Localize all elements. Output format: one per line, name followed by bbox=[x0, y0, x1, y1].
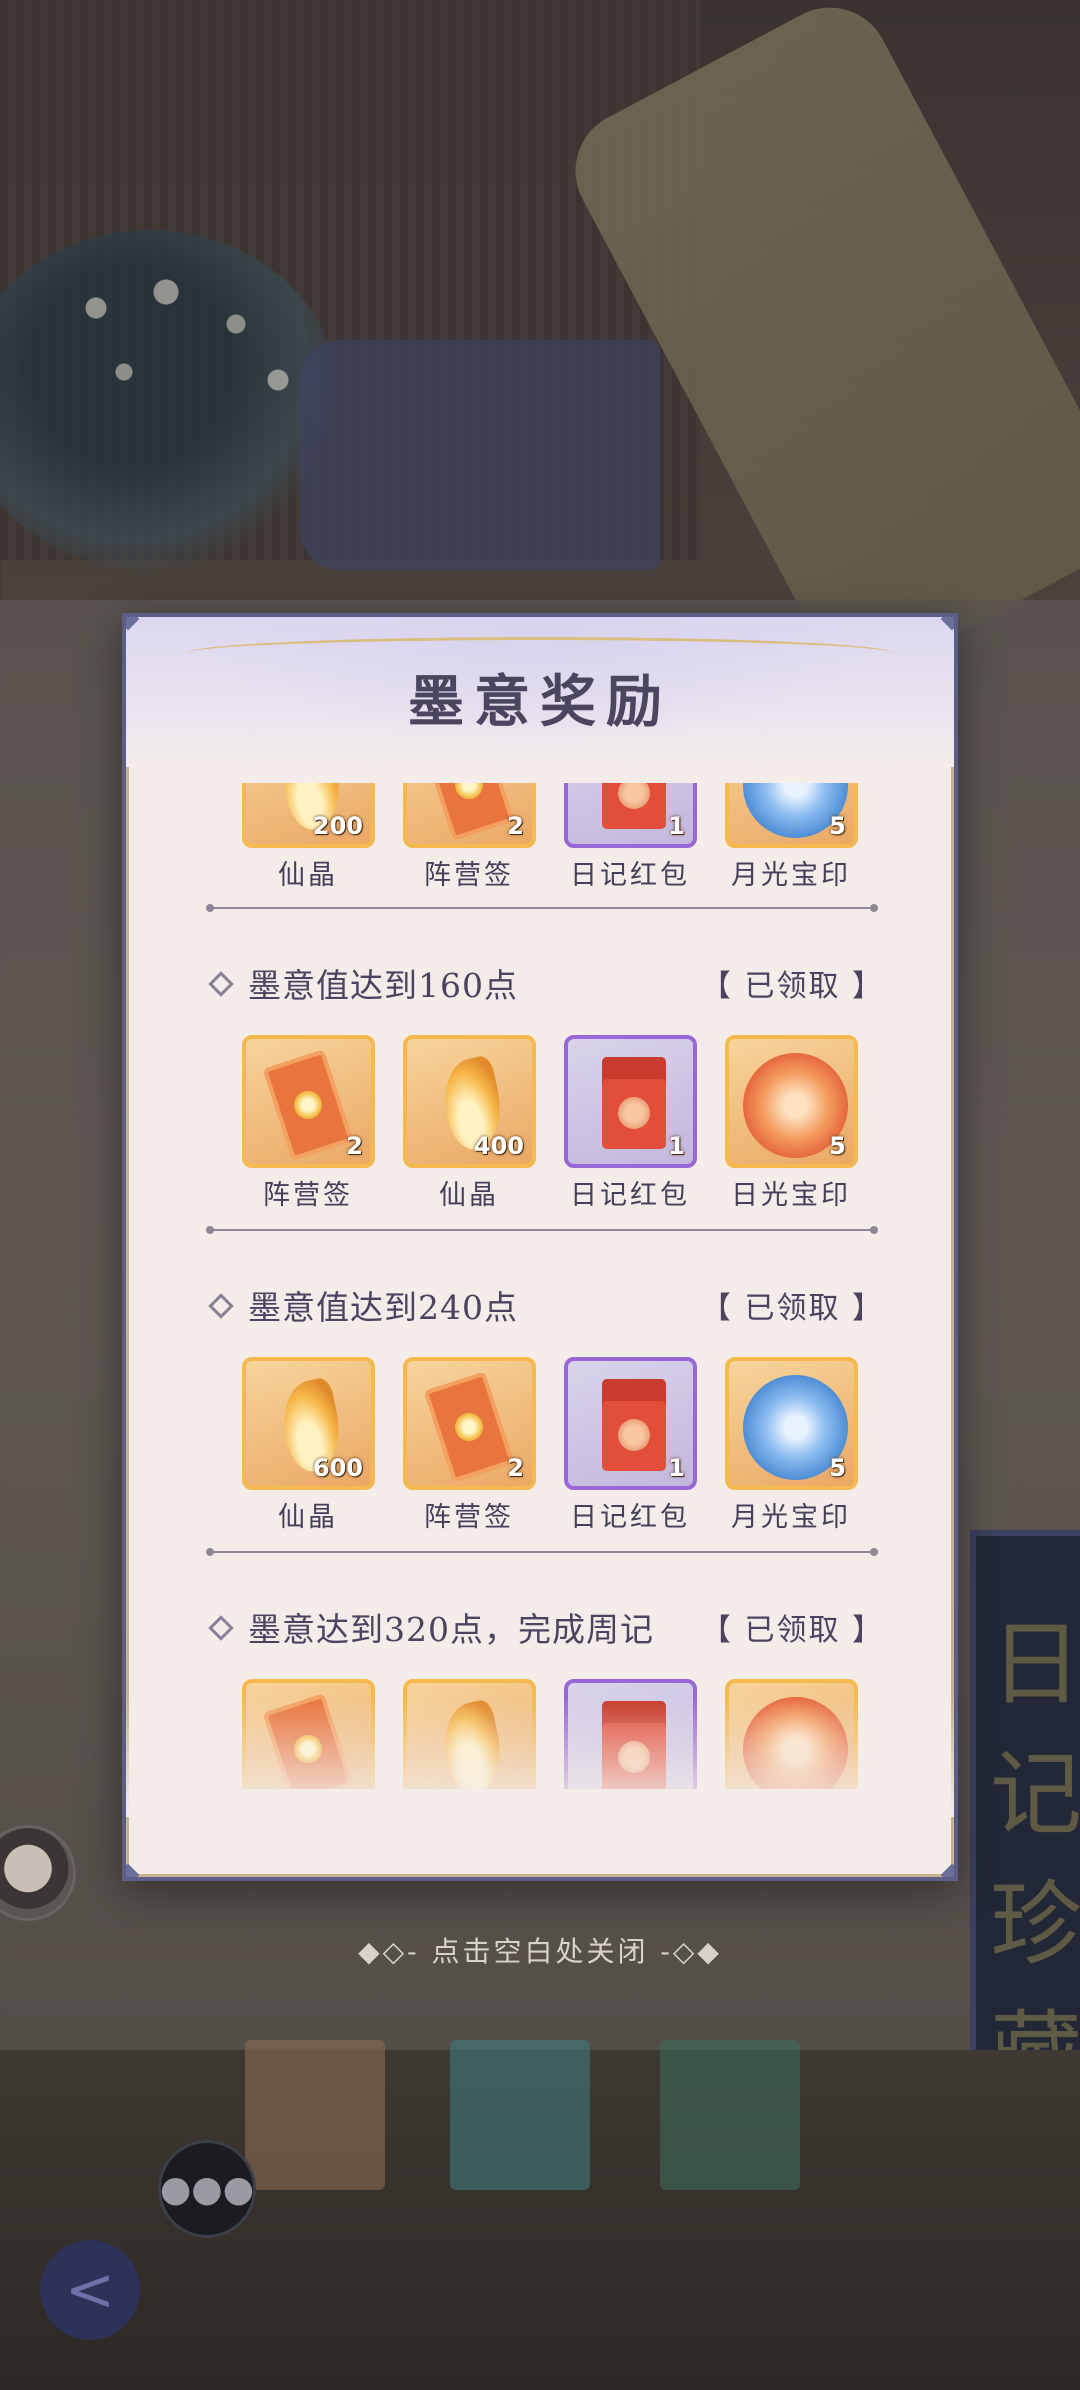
corner-ornament bbox=[940, 1863, 954, 1877]
reward-tile[interactable]: 200 bbox=[242, 783, 375, 848]
faction-tag-icon bbox=[423, 783, 515, 841]
item-quantity: 1 bbox=[668, 1454, 685, 1482]
item-name: 仙晶 bbox=[278, 1502, 338, 1533]
milestone-title-text: 墨意值达到160点 bbox=[248, 966, 518, 1005]
item-quantity: 200 bbox=[312, 812, 363, 840]
chat-button[interactable]: ●●● bbox=[158, 2140, 256, 2238]
claimed-status: 【 已领取 】 bbox=[700, 1291, 884, 1326]
chat-bubble-icon: ●●● bbox=[159, 2168, 255, 2210]
item-name: 月光宝印 bbox=[731, 1502, 851, 1533]
divider bbox=[206, 904, 878, 912]
corner-ornament bbox=[126, 1863, 140, 1877]
item-name: 阵营签 bbox=[424, 1502, 514, 1533]
claimed-status: 【 已领取 】 bbox=[700, 1613, 884, 1648]
background-diary-lettering: 日记珍藏 bbox=[990, 1611, 1080, 2108]
item-quantity: 2 bbox=[507, 812, 524, 840]
item-quantity: 5 bbox=[829, 1132, 846, 1160]
item-quantity: 5 bbox=[829, 812, 846, 840]
background-flowers bbox=[40, 260, 320, 420]
reward-list[interactable]: 200 2 1 5 仙晶 阵营签 日记红包 月光宝印 墨意值达到160点 【 已… bbox=[126, 783, 954, 1789]
red-envelope-icon bbox=[602, 1379, 666, 1471]
reward-tile[interactable]: 5 bbox=[725, 783, 858, 848]
item-name: 仙晶 bbox=[439, 1180, 499, 1211]
item-name: 阵营签 bbox=[424, 860, 514, 891]
reward-tile[interactable]: 2 bbox=[403, 783, 536, 848]
milestone-title-text: 墨意达到320点，完成周记 bbox=[248, 1610, 654, 1649]
modal-title: 墨意奖励 bbox=[408, 669, 672, 735]
milestone-title: 墨意达到320点，完成周记 bbox=[208, 1603, 654, 1651]
reward-tile[interactable]: 400 bbox=[403, 1035, 536, 1168]
back-arrow-icon: < bbox=[64, 2255, 116, 2325]
item-quantity: 1 bbox=[668, 1132, 685, 1160]
item-name: 日记红包 bbox=[570, 1502, 690, 1533]
item-name: 日记红包 bbox=[570, 1180, 690, 1211]
reward-tile[interactable]: 1 bbox=[564, 1357, 697, 1490]
milestone-title: 墨意值达到240点 bbox=[208, 1281, 518, 1329]
modal-header: 墨意奖励 bbox=[126, 617, 954, 767]
divider bbox=[206, 1226, 878, 1234]
milestone-title-text: 墨意值达到240点 bbox=[248, 1288, 518, 1327]
reward-tile[interactable]: 1 bbox=[564, 1035, 697, 1168]
diamond-icon bbox=[208, 971, 234, 997]
item-name: 日光宝印 bbox=[731, 1180, 851, 1211]
red-envelope-icon bbox=[602, 783, 666, 829]
milestone-title: 墨意值达到160点 bbox=[208, 959, 518, 1007]
item-quantity: 2 bbox=[507, 1454, 524, 1482]
reward-tile[interactable]: 2 bbox=[403, 1357, 536, 1490]
divider bbox=[206, 1548, 878, 1556]
background-card bbox=[245, 2040, 385, 2190]
faction-tag-icon bbox=[262, 1049, 354, 1161]
item-quantity: 400 bbox=[473, 1132, 524, 1160]
reward-tile[interactable]: 5 bbox=[725, 1357, 858, 1490]
claimed-status: 【 已领取 】 bbox=[700, 969, 884, 1004]
diamond-icon bbox=[208, 1293, 234, 1319]
back-button[interactable]: < bbox=[40, 2240, 140, 2340]
item-name: 月光宝印 bbox=[731, 860, 851, 891]
reward-tile[interactable]: 1 bbox=[564, 783, 697, 848]
red-envelope-icon bbox=[602, 1057, 666, 1149]
item-quantity: 1 bbox=[668, 812, 685, 840]
close-hint[interactable]: ◆◇- 点击空白处关闭 -◇◆ bbox=[0, 1930, 1080, 1970]
reward-tile[interactable]: 2 bbox=[242, 1035, 375, 1168]
reward-tile[interactable]: 600 bbox=[242, 1357, 375, 1490]
reward-tile[interactable]: 5 bbox=[725, 1035, 858, 1168]
scroll-fade bbox=[126, 1697, 954, 1817]
item-quantity: 600 bbox=[312, 1454, 363, 1482]
item-name: 仙晶 bbox=[278, 860, 338, 891]
background-card bbox=[450, 2040, 590, 2190]
background-card bbox=[660, 2040, 800, 2190]
item-name: 日记红包 bbox=[570, 860, 690, 891]
faction-tag-icon bbox=[423, 1371, 515, 1483]
item-quantity: 5 bbox=[829, 1454, 846, 1482]
item-name: 阵营签 bbox=[263, 1180, 353, 1211]
diamond-icon bbox=[208, 1615, 234, 1641]
item-quantity: 2 bbox=[346, 1132, 363, 1160]
background-banner bbox=[300, 340, 660, 570]
reward-modal: 墨意奖励 200 2 1 5 仙晶 阵营签 日记红包 月光宝印 墨意值达到160… bbox=[122, 613, 958, 1881]
